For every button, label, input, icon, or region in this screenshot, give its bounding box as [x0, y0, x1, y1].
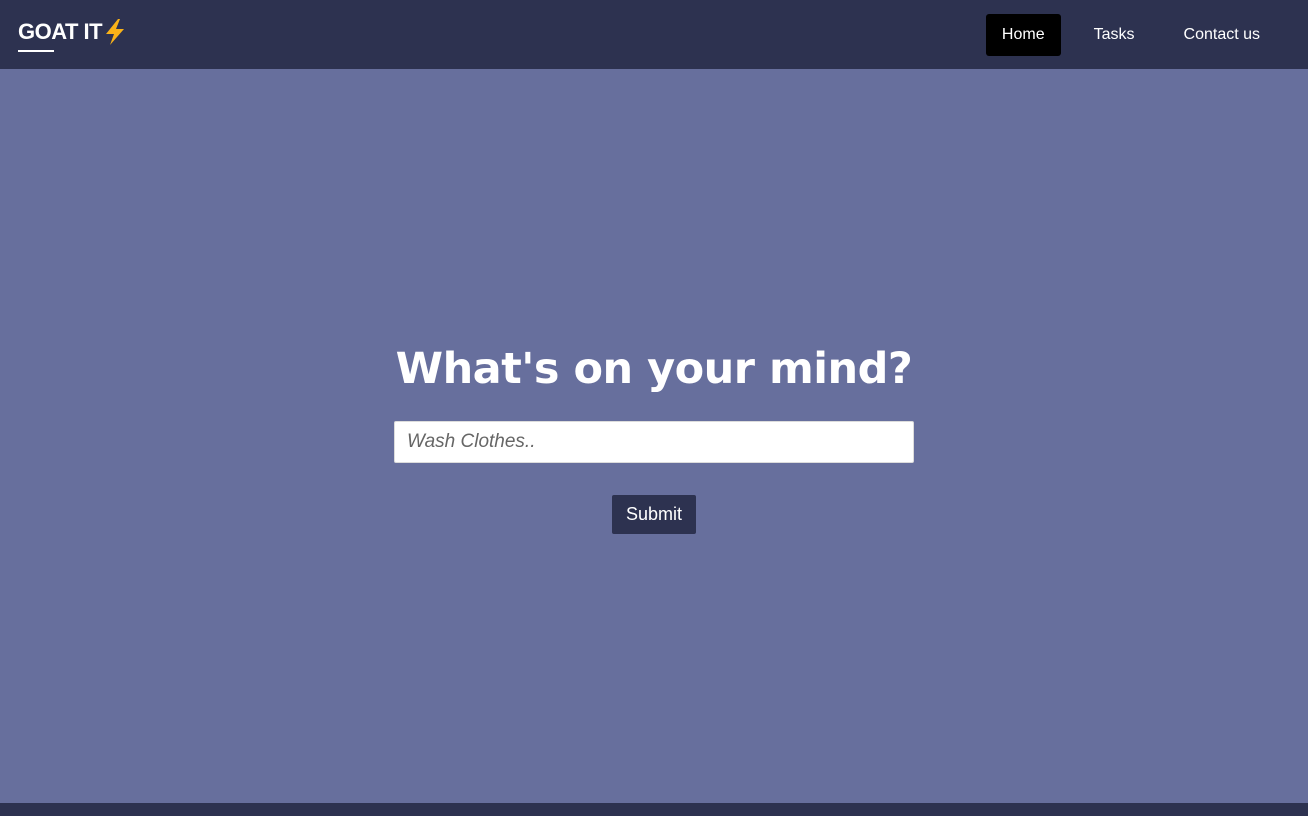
submit-button[interactable]: Submit [611, 495, 697, 534]
brand-underline [18, 50, 54, 52]
nav-link-contact-us[interactable]: Contact us [1168, 14, 1276, 56]
brand-logo[interactable]: GOAT IT [18, 0, 127, 69]
navbar: GOAT IT Home Tasks Contact us [0, 0, 1308, 69]
lightning-bolt-icon [106, 18, 125, 45]
nav-links: Home Tasks Contact us [969, 13, 1276, 56]
brand-name: GOAT IT [18, 18, 103, 44]
hero-section: What's on your mind? Submit [0, 69, 1308, 803]
page-title: What's on your mind? [395, 344, 913, 394]
footer-bar [0, 803, 1308, 816]
nav-link-home[interactable]: Home [985, 13, 1061, 56]
task-input[interactable] [394, 421, 914, 463]
nav-link-tasks[interactable]: Tasks [1078, 14, 1151, 56]
